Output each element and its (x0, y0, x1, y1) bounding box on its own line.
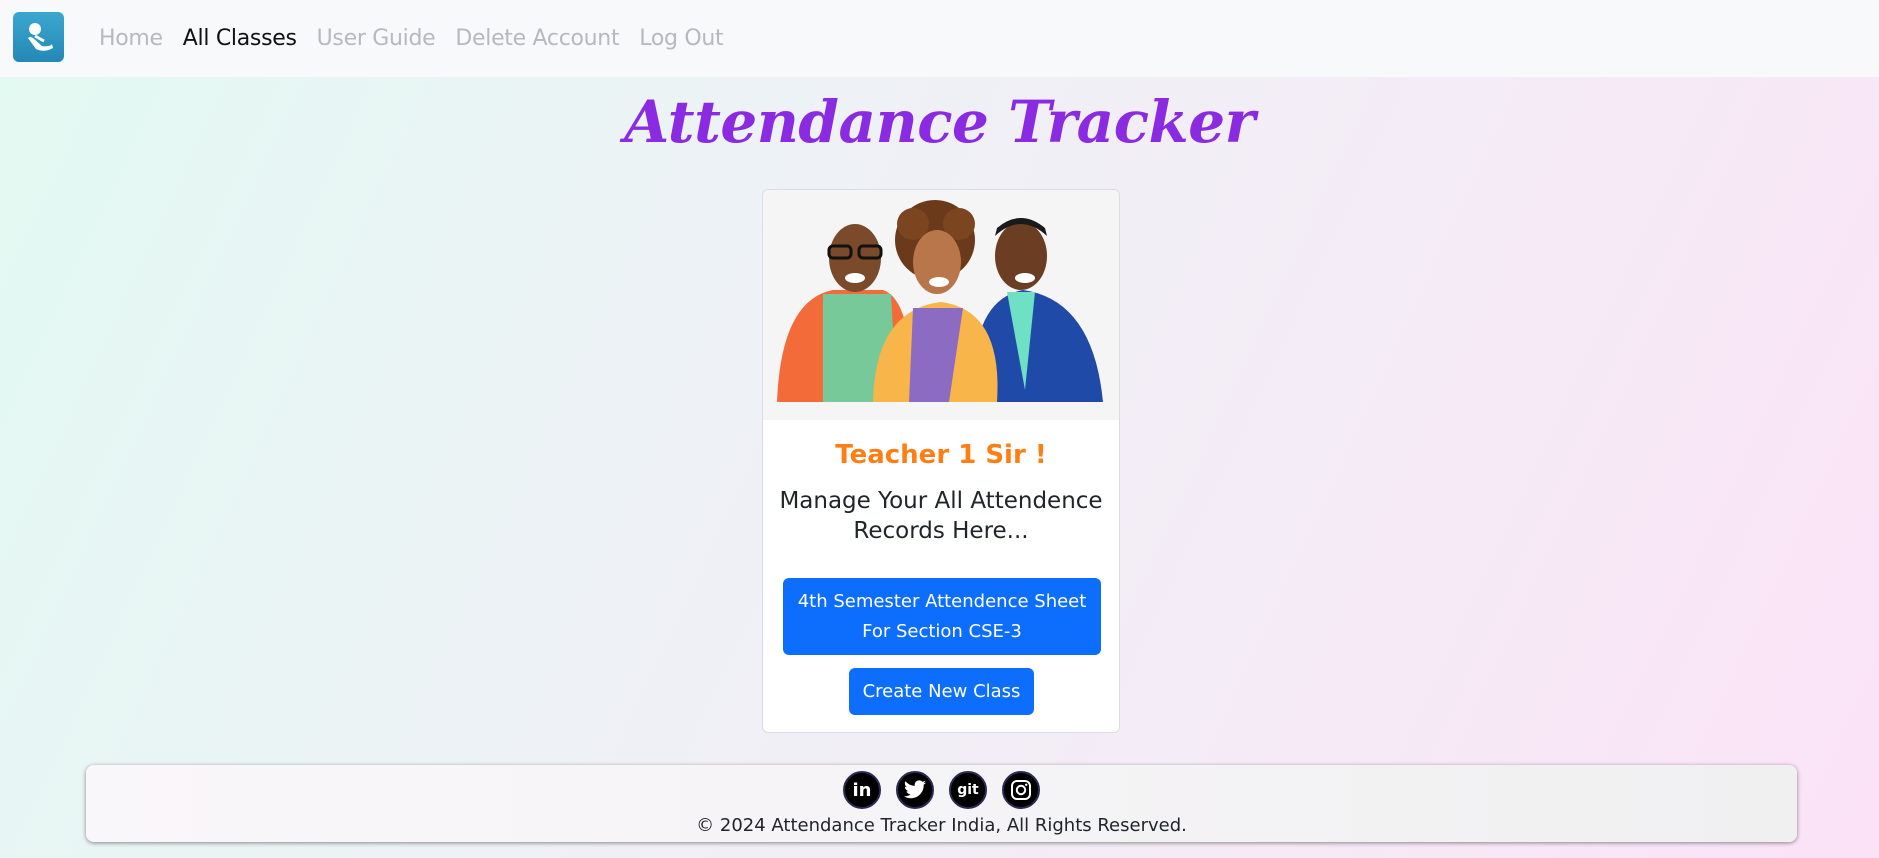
github-icon[interactable]: git (949, 771, 987, 809)
class-sheet-button[interactable]: 4th Semester Attendence Sheet For Sectio… (783, 578, 1101, 655)
instagram-icon[interactable] (1002, 771, 1040, 809)
card-subtitle: Manage Your All Attendence Records Here.… (779, 488, 1103, 544)
nav-delete-account[interactable]: Delete Account (455, 26, 619, 51)
teachers-illustration (763, 190, 1119, 420)
nav-links: Home All Classes User Guide Delete Accou… (99, 0, 743, 77)
copyright-text: © 2024 Attendance Tracker India, All Rig… (696, 815, 1187, 836)
create-new-class-button[interactable]: Create New Class (849, 668, 1034, 715)
linkedin-glyph: in (852, 779, 872, 801)
nav-user-guide[interactable]: User Guide (317, 26, 436, 51)
twitter-icon[interactable] (896, 771, 934, 809)
nav-all-classes[interactable]: All Classes (183, 26, 297, 51)
app-logo-icon[interactable] (13, 12, 64, 62)
github-glyph: git (957, 782, 979, 798)
teacher-card: Teacher 1 Sir ! Manage Your All Attenden… (762, 189, 1120, 733)
teacher-greeting: Teacher 1 Sir ! (835, 440, 1047, 470)
social-links: in git (86, 771, 1797, 809)
nav-home[interactable]: Home (99, 26, 163, 51)
nav-log-out[interactable]: Log Out (639, 26, 723, 51)
navbar: Home All Classes User Guide Delete Accou… (0, 0, 1879, 77)
page-title: Attendance Tracker (624, 88, 1255, 156)
linkedin-icon[interactable]: in (843, 771, 881, 809)
footer: in git © 2024 Attendance Tracker India, … (86, 765, 1797, 842)
